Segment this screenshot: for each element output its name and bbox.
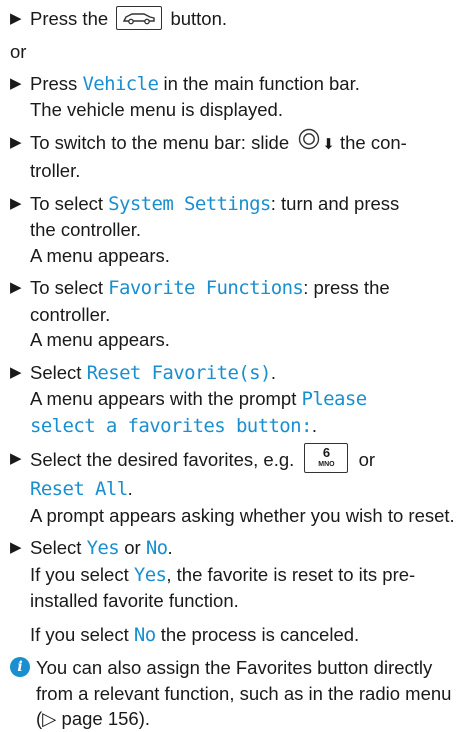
step-press-vehicle-button: ▶ Press the button. xyxy=(10,6,462,32)
slide-down-arrow-icon: ⬇ xyxy=(322,135,335,153)
menu-term-no: No xyxy=(145,537,168,560)
step-arrow-icon: ▶ xyxy=(10,539,22,557)
step-result: A menu appears with the prompt Please se… xyxy=(30,388,368,437)
step-select-favorite-functions: ▶ To select Favorite Functions: press th… xyxy=(10,275,462,353)
menu-term-reset-favorites: Reset Favorite(s) xyxy=(86,361,272,384)
prompt-term-please: Please xyxy=(301,388,368,411)
menu-term-yes: Yes xyxy=(133,563,167,586)
step-result: A menu appears. xyxy=(30,329,170,351)
step-arrow-icon: ▶ xyxy=(10,10,22,27)
step-select-desired-favorites: ▶ Select the desired favorites, e.g. 6 M… xyxy=(10,443,462,528)
manual-page: ▶ Press the button. or ▶ Press Vehicle i… xyxy=(0,0,462,729)
menu-term-vehicle: Vehicle xyxy=(82,72,159,95)
step-arrow-icon: ▶ xyxy=(10,450,22,468)
menu-term-no: No xyxy=(133,623,156,646)
menu-term-reset-all: Reset All xyxy=(30,478,128,501)
step-arrow-icon: ▶ xyxy=(10,363,22,381)
step-press-vehicle: ▶ Press Vehicle in the main function bar… xyxy=(10,71,462,123)
step-result: A menu appears. xyxy=(30,244,170,266)
step-arrow-icon: ▶ xyxy=(10,133,22,151)
cancel-paragraph: If you select No the process is canceled… xyxy=(30,623,360,646)
step-result: A prompt appears asking whether you wish… xyxy=(30,504,455,526)
step-select-reset-favorites: ▶ Select Reset Favorite(s). A menu appea… xyxy=(10,360,462,440)
menu-term-yes: Yes xyxy=(86,537,120,560)
info-icon: i xyxy=(10,657,30,678)
step-select-yes-no: ▶ Select Yes or No. If you select Yes, t… xyxy=(10,535,462,648)
step-arrow-icon: ▶ xyxy=(10,74,22,92)
info-note: i You can also assign the Favorites butt… xyxy=(10,655,462,732)
step-arrow-icon: ▶ xyxy=(10,194,22,212)
car-button-icon xyxy=(116,6,163,31)
note-text: You can also assign the Favorites button… xyxy=(36,657,452,730)
step-select-system-settings: ▶ To select System Settings: turn and pr… xyxy=(10,191,462,269)
number-key-6-icon: 6 MNO xyxy=(304,443,349,474)
step-result: If you select Yes, the favorite is reset… xyxy=(30,563,416,612)
menu-term-favorite-functions: Favorite Functions xyxy=(108,277,304,300)
step-arrow-icon: ▶ xyxy=(10,279,22,297)
menu-term-system-settings: System Settings xyxy=(108,192,271,215)
controller-icon xyxy=(298,128,320,157)
step-result: The vehicle menu is displayed. xyxy=(30,99,283,121)
step-slide-controller: ▶ To switch to the menu bar: slide ⬇ the… xyxy=(10,128,462,184)
or-separator: or xyxy=(10,41,27,63)
prompt-term-select: select a favorites button: xyxy=(30,414,312,437)
